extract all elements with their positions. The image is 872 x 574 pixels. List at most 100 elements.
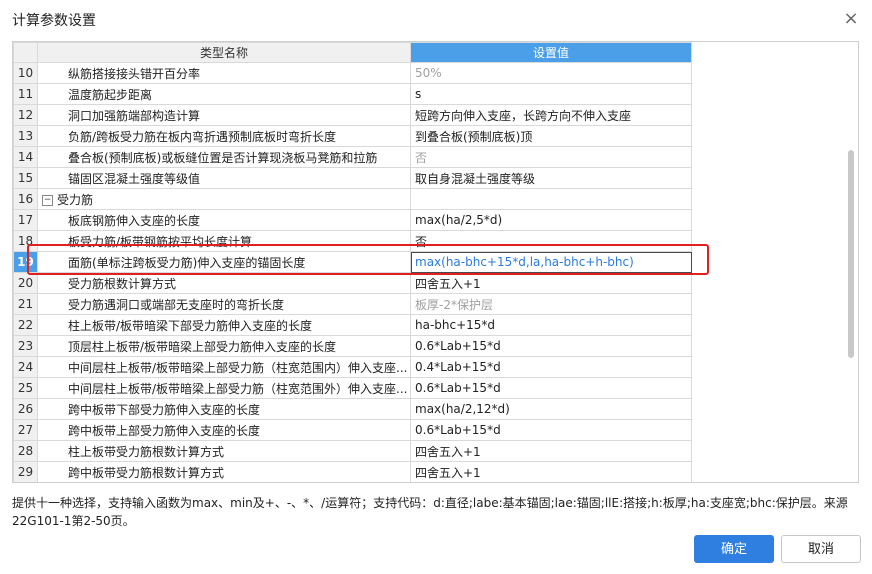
table-row[interactable]: 11 温度筋起步距离 s xyxy=(13,83,858,105)
parameter-value[interactable]: 0.6*Lab+15*d xyxy=(410,419,692,441)
cancel-button[interactable]: 取消 xyxy=(781,535,861,563)
table-row[interactable]: 13 负筋/跨板受力筋在板内弯折遇预制底板时弯折长度 到叠合板(预制底板)顶 xyxy=(13,125,858,147)
blank-cell xyxy=(692,189,858,210)
parameter-name: 板底钢筋伸入支座的长度 xyxy=(37,209,411,231)
blank-cell xyxy=(692,378,858,399)
table-row[interactable]: 10 纵筋搭接接头错开百分率 50% xyxy=(13,62,858,84)
blank-cell xyxy=(692,252,858,273)
row-number: 23 xyxy=(13,335,38,357)
parameter-value[interactable]: 四舍五入+1 xyxy=(410,440,692,462)
parameter-name: 跨中板带上部受力筋伸入支座的长度 xyxy=(37,419,411,441)
row-number: 30 xyxy=(14,483,38,484)
row-number: 11 xyxy=(13,83,38,105)
row-number: 26 xyxy=(13,398,38,420)
parameter-table: 类型名称 设置值 10 纵筋搭接接头错开百分率 50% 11 温度筋起步距离 s 12 洞口加… xyxy=(13,42,858,484)
group-label: 受力筋 xyxy=(57,192,94,207)
row-number: 22 xyxy=(13,314,38,336)
parameter-value[interactable]: 短跨方向伸入支座，长跨方向不伸入支座 xyxy=(410,104,692,126)
table-row[interactable]: 28 柱上板带受力筋根数计算方式 四舍五入+1 xyxy=(13,440,858,462)
group-row-label: − 受力筋 xyxy=(37,188,411,210)
table-row[interactable]: 19 面筋(单标注跨板受力筋)伸入支座的锚固长度 max(ha-bhc+15*d,l… xyxy=(13,251,858,273)
parameter-name: 柱上板带/板带暗梁的箍筋起始位置 xyxy=(38,483,411,484)
blank-cell xyxy=(692,483,858,484)
row-number: 10 xyxy=(13,62,38,84)
row-number: 19 xyxy=(13,251,38,273)
blank-cell xyxy=(692,63,858,84)
blank-cell xyxy=(692,399,858,420)
table-row[interactable]: 22 柱上板带/板带暗梁下部受力筋伸入支座的长度 ha-bhc+15*d xyxy=(13,314,858,336)
table-row[interactable]: 21 受力筋遇洞口或端部无支座时的弯折长度 板厚-2*保护层 xyxy=(13,293,858,315)
blank-cell xyxy=(692,357,858,378)
parameter-name: 跨中板带受力筋根数计算方式 xyxy=(37,461,411,482)
collapse-icon[interactable]: − xyxy=(42,194,53,206)
table-row[interactable]: 15 锚固区混凝土强度等级值 取自身混凝土强度等级 xyxy=(13,167,858,189)
parameter-name: 柱上板带受力筋根数计算方式 xyxy=(37,440,411,462)
table-row[interactable]: 27 跨中板带上部受力筋伸入支座的长度 0.6*Lab+15*d xyxy=(13,419,858,441)
blank-cell xyxy=(692,84,858,105)
dialog-titlebar: 计算参数设置 × xyxy=(0,0,872,38)
parameter-value[interactable]: s xyxy=(410,83,692,105)
table-row[interactable]: 30柱上板带/板带暗梁的箍筋起始位置距柱边50 mm xyxy=(14,483,858,484)
parameter-name: 顶层柱上板带/板带暗梁上部受力筋伸入支座的长度 xyxy=(37,335,411,357)
parameter-value[interactable]: 到叠合板(预制底板)顶 xyxy=(410,125,692,147)
value-edit-field[interactable]: max(ha-bhc+15*d,la,ha-bhc+h-bhc) xyxy=(410,251,692,273)
row-number: 21 xyxy=(13,293,38,315)
ok-button[interactable]: 确定 xyxy=(694,535,774,563)
parameter-name: 负筋/跨板受力筋在板内弯折遇预制底板时弯折长度 xyxy=(37,125,411,147)
scrollbar-thumb[interactable] xyxy=(848,150,854,358)
table-row[interactable]: 23 顶层柱上板带/板带暗梁上部受力筋伸入支座的长度 0.6*Lab+15*d xyxy=(13,335,858,357)
parameter-grid: 类型名称 设置值 10 纵筋搭接接头错开百分率 50% 11 温度筋起步距离 s 12 洞口加… xyxy=(12,41,859,483)
row-number: 15 xyxy=(13,167,38,189)
parameter-name: 叠合板(预制底板)或板缝位置是否计算现浇板马凳筋和拉筋 xyxy=(37,146,411,168)
header-type-name[interactable]: 类型名称 xyxy=(37,42,411,63)
table-row[interactable]: 14 叠合板(预制底板)或板缝位置是否计算现浇板马凳筋和拉筋否 xyxy=(13,146,858,168)
row-number: 24 xyxy=(13,356,38,378)
parameter-name: 柱上板带/板带暗梁下部受力筋伸入支座的长度 xyxy=(37,314,411,336)
parameter-value[interactable]: max(ha/2,12*d) xyxy=(410,398,692,420)
dialog-title: 计算参数设置 xyxy=(12,13,96,29)
parameter-value[interactable]: 板厚-2*保护层 xyxy=(410,293,692,315)
parameter-value[interactable]: 四舍五入+1 xyxy=(410,461,692,482)
parameter-value[interactable]: 取自身混凝土强度等级 xyxy=(410,167,692,189)
table-row[interactable]: 17 板底钢筋伸入支座的长度 max(ha/2,5*d) xyxy=(13,209,858,231)
table-row[interactable]: 26 跨中板带下部受力筋伸入支座的长度 max(ha/2,12*d) xyxy=(13,398,858,420)
row-number: 16 xyxy=(13,188,38,210)
parameter-name: 中间层柱上板带/板带暗梁上部受力筋（柱宽范围内）伸入支座... xyxy=(37,356,411,378)
row-number: 14 xyxy=(13,146,38,168)
blank-cell xyxy=(692,147,858,168)
parameter-value[interactable]: 四舍五入+1 xyxy=(410,272,692,294)
parameter-name: 板受力筋/板带钢筋按平均长度计算 xyxy=(37,230,411,252)
table-row[interactable]: 12 洞口加强筋端部构造计算 短跨方向伸入支座，长跨方向不伸入支座 xyxy=(13,104,858,126)
table-row[interactable]: 24 中间层柱上板带/板带暗梁上部受力筋（柱宽范围内）伸入支座... 0.4*Lab… xyxy=(13,356,858,378)
parameter-value[interactable]: ha-bhc+15*d xyxy=(410,314,692,336)
table-row[interactable]: 16− 受力筋 xyxy=(13,188,858,210)
table-row[interactable]: 20 受力筋根数计算方式 四舍五入+1 xyxy=(13,272,858,294)
parameter-value[interactable]: 0.6*Lab+15*d xyxy=(410,335,692,357)
blank-cell xyxy=(692,105,858,126)
close-icon[interactable]: × xyxy=(840,8,862,30)
row-number: 13 xyxy=(13,125,38,147)
blank-cell xyxy=(692,168,858,189)
parameter-value[interactable]: 0.6*Lab+15*d xyxy=(410,377,692,399)
parameter-name: 受力筋遇洞口或端部无支座时的弯折长度 xyxy=(37,293,411,315)
header-row-number xyxy=(13,42,38,63)
row-number: 27 xyxy=(13,419,38,441)
header-blank xyxy=(691,42,858,63)
parameter-value[interactable]: 否 xyxy=(410,146,692,168)
blank-cell xyxy=(692,210,858,231)
table-row[interactable]: 25 中间层柱上板带/板带暗梁上部受力筋（柱宽范围外）伸入支座... 0.6*Lab… xyxy=(13,377,858,399)
parameter-value[interactable]: 0.4*Lab+15*d xyxy=(410,356,692,378)
blank-cell xyxy=(692,336,858,357)
row-number: 20 xyxy=(13,272,38,294)
table-row[interactable]: 18 板受力筋/板带钢筋按平均长度计算否 xyxy=(13,230,858,252)
parameter-value[interactable]: 距柱边50 mm xyxy=(411,483,692,484)
blank-cell xyxy=(692,420,858,441)
header-setting-value[interactable]: 设置值 xyxy=(410,42,692,63)
parameter-value[interactable] xyxy=(410,188,692,210)
parameter-value[interactable]: 50% xyxy=(410,62,692,84)
row-number: 25 xyxy=(13,377,38,399)
table-row[interactable]: 29 跨中板带受力筋根数计算方式 四舍五入+1 xyxy=(13,461,858,482)
parameter-value[interactable]: 否 xyxy=(410,230,692,252)
parameter-name: 温度筋起步距离 xyxy=(37,83,411,105)
parameter-value[interactable]: max(ha/2,5*d) xyxy=(410,209,692,231)
